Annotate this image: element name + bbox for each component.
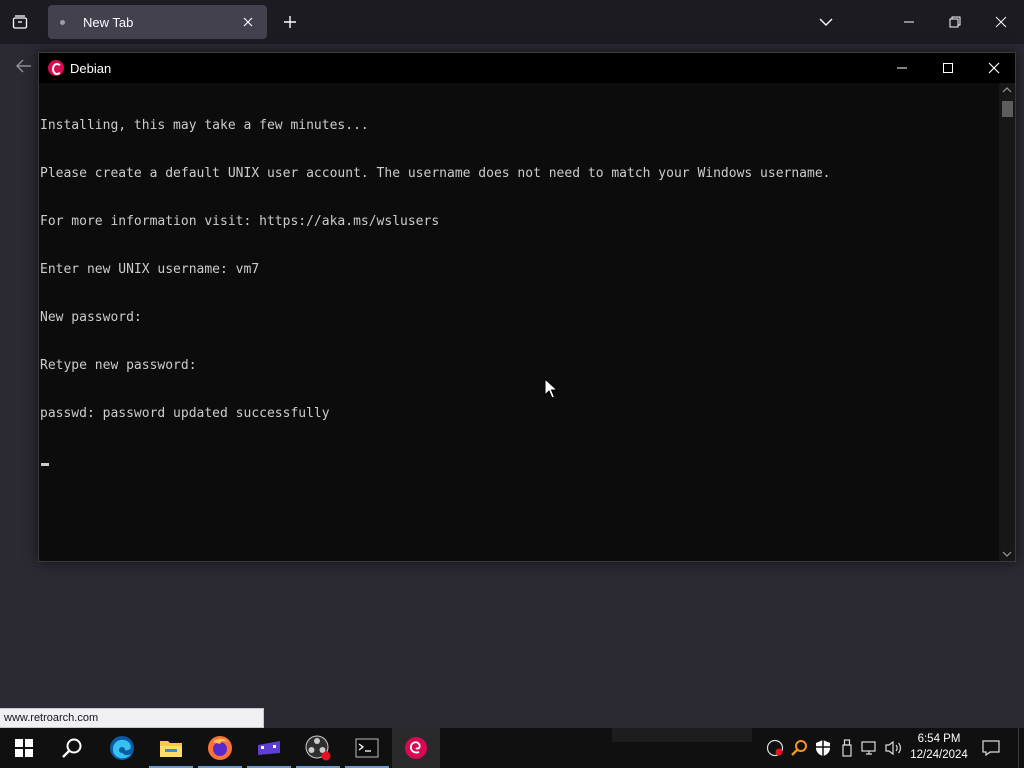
retroarch-icon: [258, 741, 280, 755]
notification-icon: [982, 740, 1000, 756]
close-icon: [988, 62, 1000, 74]
console-line: Retype new password:: [40, 358, 197, 373]
console-minimize-button[interactable]: [879, 53, 925, 83]
minimize-icon: [904, 21, 914, 23]
tray-defender[interactable]: [813, 738, 833, 758]
terminal-icon: [355, 738, 379, 758]
taskbar-file-explorer[interactable]: [147, 728, 195, 768]
console-scrollbar[interactable]: [999, 83, 1015, 561]
show-desktop-button[interactable]: [1018, 728, 1024, 768]
back-button[interactable]: [10, 52, 38, 80]
scrollbar-thumb[interactable]: [1002, 101, 1013, 117]
close-icon: [995, 16, 1007, 28]
arrow-left-icon: [16, 59, 31, 73]
taskbar-edge[interactable]: [98, 728, 146, 768]
tab-list-icon: [12, 15, 28, 29]
tab-title: New Tab: [83, 14, 134, 30]
taskbar-terminal[interactable]: [343, 728, 391, 768]
console-close-button[interactable]: [971, 53, 1017, 83]
usb-icon: [842, 739, 852, 757]
minimize-icon: [897, 67, 907, 69]
text-cursor: [41, 463, 49, 466]
tray-usb[interactable]: [837, 738, 857, 758]
tab-close-button[interactable]: [239, 13, 257, 31]
console-line: passwd: password updated successfully: [40, 406, 330, 421]
debian-logo-icon: [48, 60, 64, 76]
console-maximize-button[interactable]: [925, 53, 971, 83]
restore-icon: [949, 16, 961, 28]
start-button[interactable]: [0, 728, 48, 768]
console-line: For more information visit: https://aka.…: [40, 214, 440, 229]
console-output[interactable]: Installing, this may take a few minutes.…: [39, 83, 999, 561]
windows-logo-icon: [15, 739, 33, 757]
browser-tab-bar: New Tab: [0, 0, 1024, 44]
maximize-icon: [943, 63, 953, 73]
console-title: Debian: [70, 60, 112, 76]
console-line: New password:: [40, 310, 142, 325]
firefox-icon: [208, 736, 232, 760]
clock-time: 6:54 PM: [917, 733, 961, 745]
browser-minimize-button[interactable]: [886, 0, 932, 44]
console-title-bar[interactable]: Debian: [39, 53, 1015, 83]
tab-new-tab[interactable]: New Tab: [48, 5, 267, 39]
search-button[interactable]: [48, 728, 96, 768]
taskbar: 6:54 PM 12/24/2024: [0, 728, 1024, 768]
debian-console-window[interactable]: Debian Installing, this may take a few m…: [38, 52, 1016, 562]
taskbar-obs[interactable]: [294, 728, 342, 768]
obs-icon: [305, 735, 331, 761]
browser-close-button[interactable]: [978, 0, 1024, 44]
taskbar-preview-strip: [612, 728, 752, 742]
console-line: Enter new UNIX username: vm7: [40, 262, 260, 277]
browser-restore-button[interactable]: [932, 0, 978, 44]
chevron-down-icon: [819, 18, 833, 26]
tray-volume[interactable]: [884, 738, 904, 758]
link-status-bar: www.retroarch.com: [0, 708, 264, 728]
close-icon: [243, 17, 253, 27]
debian-icon: [405, 737, 427, 759]
new-tab-button[interactable]: [279, 8, 301, 36]
taskbar-firefox[interactable]: [196, 728, 244, 768]
tab-favicon-icon: [60, 19, 65, 25]
mouse-pointer-icon: [544, 378, 558, 399]
tray-network[interactable]: [860, 738, 880, 758]
taskbar-retroarch[interactable]: [245, 728, 293, 768]
defender-icon: [816, 740, 830, 756]
volume-icon: [885, 740, 901, 756]
tab-list-button[interactable]: [6, 8, 34, 36]
search-icon: [62, 738, 82, 758]
list-all-tabs-button[interactable]: [812, 8, 840, 36]
plus-icon: [284, 16, 296, 28]
tray-obs[interactable]: [765, 738, 785, 758]
search-tray-icon: [791, 740, 807, 756]
action-center-button[interactable]: [978, 736, 1004, 760]
taskbar-clock[interactable]: 6:54 PM 12/24/2024: [906, 731, 972, 765]
chevron-down-icon[interactable]: [1002, 549, 1012, 559]
console-line: Installing, this may take a few minutes.…: [40, 118, 369, 133]
edge-icon: [110, 736, 134, 760]
network-icon: [861, 741, 876, 755]
file-explorer-icon: [160, 741, 182, 757]
tray-search[interactable]: [789, 738, 809, 758]
console-line: Please create a default UNIX user accoun…: [40, 166, 831, 181]
obs-tray-icon: [766, 739, 784, 757]
taskbar-debian[interactable]: [392, 728, 440, 768]
chevron-up-icon[interactable]: [1002, 85, 1012, 95]
clock-date: 12/24/2024: [910, 749, 968, 761]
